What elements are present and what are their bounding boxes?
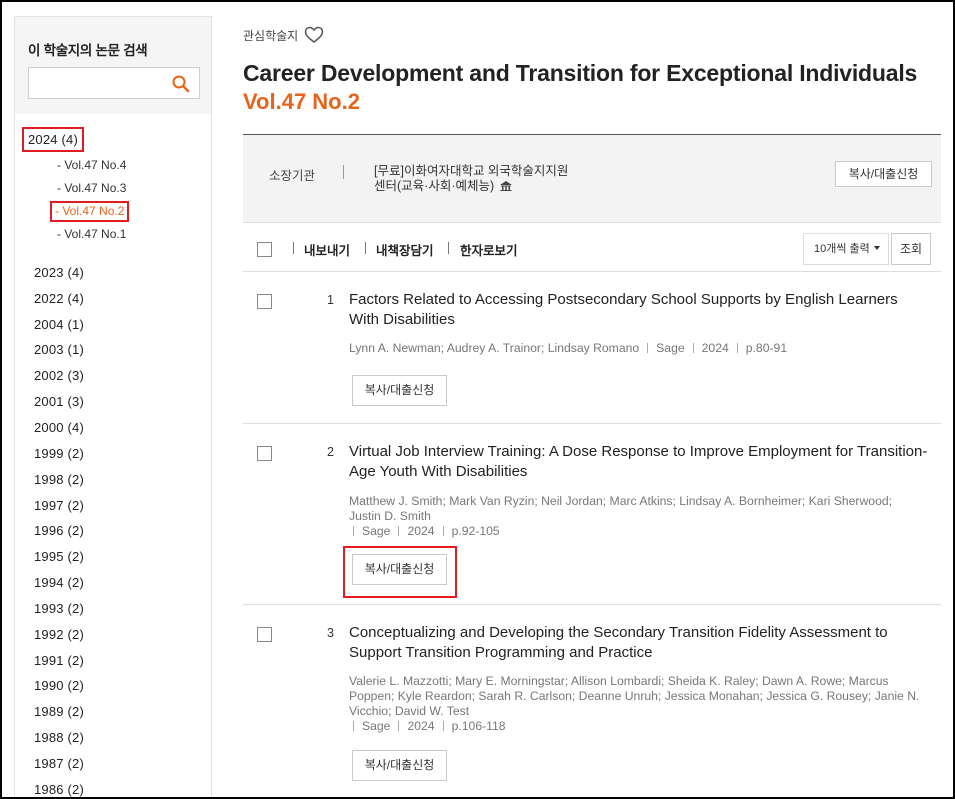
article-item: 3 Conceptualizing and Developing the Sec… xyxy=(243,605,941,797)
year-item-2023[interactable]: 2023 (4) xyxy=(29,263,89,282)
journal-title: Career Development and Transition for Ex… xyxy=(243,60,918,86)
divider xyxy=(442,526,444,536)
article-title[interactable]: Conceptualizing and Developing the Secon… xyxy=(349,623,929,663)
article-year: 2024 xyxy=(407,719,435,733)
per-page-select[interactable]: 10개씩 출력 xyxy=(803,233,889,265)
highlight-box xyxy=(343,546,457,598)
year-item-2024[interactable]: 2024 (4) xyxy=(22,127,85,152)
divider xyxy=(343,165,344,179)
divider xyxy=(692,343,694,353)
article-checkbox[interactable] xyxy=(257,627,272,642)
volume-item-no4[interactable]: - Vol.47 No.4 xyxy=(55,157,128,174)
holding-label: 소장기관 xyxy=(269,169,316,183)
article-number: 3 xyxy=(327,626,334,640)
article-meta: Lynn A. Newman; Audrey A. Trainor; Linds… xyxy=(349,341,929,356)
article-authors: Valerie L. Mazzotti; Mary E. Morningstar… xyxy=(349,674,920,718)
journal-search-input[interactable] xyxy=(29,68,169,98)
year-item-2001[interactable]: 2001 (3) xyxy=(29,392,89,411)
divider xyxy=(736,343,738,353)
chevron-down-icon xyxy=(873,246,880,250)
save-to-shelf-button[interactable]: 내책장담기 xyxy=(376,240,434,259)
year-item-2002[interactable]: 2002 (3) xyxy=(29,366,89,385)
article-checkbox[interactable] xyxy=(257,446,272,461)
article-authors: Lynn A. Newman; Audrey A. Trainor; Linds… xyxy=(349,341,640,355)
divider xyxy=(647,343,649,353)
article-publisher: Sage xyxy=(362,524,391,538)
favorite-row: 관심학술지 xyxy=(243,26,324,44)
institution-dept: 센터(교육·사회·예체능) xyxy=(374,179,495,193)
article-title[interactable]: Virtual Job Interview Training: A Dose R… xyxy=(349,442,929,482)
divider xyxy=(448,242,449,254)
article-number: 1 xyxy=(327,293,334,307)
article-item: 1 Factors Related to Accessing Postsecon… xyxy=(243,272,941,424)
year-item-1993[interactable]: 1993 (2) xyxy=(29,599,89,618)
year-item-1987[interactable]: 1987 (2) xyxy=(29,754,89,773)
article-pages: p.106-118 xyxy=(451,719,506,733)
year-item-2003[interactable]: 2003 (1) xyxy=(29,340,89,359)
year-item-1994[interactable]: 1994 (2) xyxy=(29,573,89,592)
divider xyxy=(398,721,400,731)
divider xyxy=(365,242,366,254)
divider xyxy=(398,526,400,536)
article-authors: Matthew J. Smith; Mark Van Ryzin; Neil J… xyxy=(349,494,893,523)
year-item-1999[interactable]: 1999 (2) xyxy=(29,444,89,463)
per-page-value: 10개씩 출력 xyxy=(814,243,870,255)
volume-item-no3[interactable]: - Vol.47 No.3 xyxy=(55,180,128,197)
year-item-1998[interactable]: 1998 (2) xyxy=(29,470,89,489)
divider xyxy=(442,721,444,731)
year-item-1986[interactable]: 1986 (2) xyxy=(29,780,89,797)
holding-institution: [무료]이화여자대학교 외국학술지지원 센터(교육·사회·예체능) xyxy=(374,164,604,194)
holding-institution-panel: 소장기관 [무료]이화여자대학교 외국학술지지원 센터(교육·사회·예체능) 복… xyxy=(243,134,941,223)
year-item-1989[interactable]: 1989 (2) xyxy=(29,702,89,721)
library-icon xyxy=(499,181,512,191)
holding-copy-loan-button[interactable]: 복사/대출신청 xyxy=(835,161,932,187)
article-publisher: Sage xyxy=(362,719,391,733)
year-item-1990[interactable]: 1990 (2) xyxy=(29,676,89,695)
search-icon[interactable] xyxy=(171,74,191,94)
article-year: 2024 xyxy=(701,341,729,355)
volume-title: Vol.47 No.2 xyxy=(243,89,360,114)
article-item: 2 Virtual Job Interview Training: A Dose… xyxy=(243,424,941,605)
sidebar-title: 이 학술지의 논문 검색 xyxy=(28,43,148,58)
list-toolbar: 내보내기 내책장담기 한자로보기 10개씩 출력 조회 xyxy=(243,224,941,272)
page-frame: 이 학술지의 논문 검색 2024 (4) - Vol.47 No.4 - Vo… xyxy=(0,0,955,799)
select-all-checkbox[interactable] xyxy=(257,242,272,257)
heart-icon[interactable] xyxy=(304,26,324,44)
divider xyxy=(353,721,354,731)
sidebar-search-panel: 이 학술지의 논문 검색 xyxy=(15,17,211,114)
year-item-2000[interactable]: 2000 (4) xyxy=(29,418,89,437)
year-item-1992[interactable]: 1992 (2) xyxy=(29,625,89,644)
article-title[interactable]: Factors Related to Accessing Postseconda… xyxy=(349,290,929,330)
article-pages: p.80-91 xyxy=(745,341,788,355)
article-copy-loan-button[interactable]: 복사/대출신청 xyxy=(352,375,447,406)
export-button[interactable]: 내보내기 xyxy=(304,240,350,259)
article-meta: Matthew J. Smith; Mark Van Ryzin; Neil J… xyxy=(349,494,914,539)
year-item-1995[interactable]: 1995 (2) xyxy=(29,547,89,566)
divider xyxy=(353,526,354,536)
article-pages: p.92-105 xyxy=(451,524,500,538)
institution-name: [무료]이화여자대학교 외국학술지지원 xyxy=(374,164,569,178)
journal-search-box xyxy=(28,67,200,99)
year-item-2004[interactable]: 2004 (1) xyxy=(29,315,89,334)
year-item-1988[interactable]: 1988 (2) xyxy=(29,728,89,747)
divider xyxy=(293,242,294,254)
article-copy-loan-button[interactable]: 복사/대출신청 xyxy=(352,750,447,781)
hanja-view-button[interactable]: 한자로보기 xyxy=(460,240,518,259)
article-year: 2024 xyxy=(407,524,435,538)
article-checkbox[interactable] xyxy=(257,294,272,309)
article-meta: Valerie L. Mazzotti; Mary E. Morningstar… xyxy=(349,674,929,734)
year-item-1991[interactable]: 1991 (2) xyxy=(29,651,89,670)
view-button[interactable]: 조회 xyxy=(891,233,931,265)
year-item-2022[interactable]: 2022 (4) xyxy=(29,289,89,308)
volume-item-no1[interactable]: - Vol.47 No.1 xyxy=(55,226,128,243)
article-number: 2 xyxy=(327,445,334,459)
favorite-label: 관심학술지 xyxy=(243,28,299,43)
year-item-1997[interactable]: 1997 (2) xyxy=(29,496,89,515)
volume-item-no2[interactable]: - Vol.47 No.2 xyxy=(50,201,130,222)
article-publisher: Sage xyxy=(656,341,685,355)
year-item-1996[interactable]: 1996 (2) xyxy=(29,521,89,540)
